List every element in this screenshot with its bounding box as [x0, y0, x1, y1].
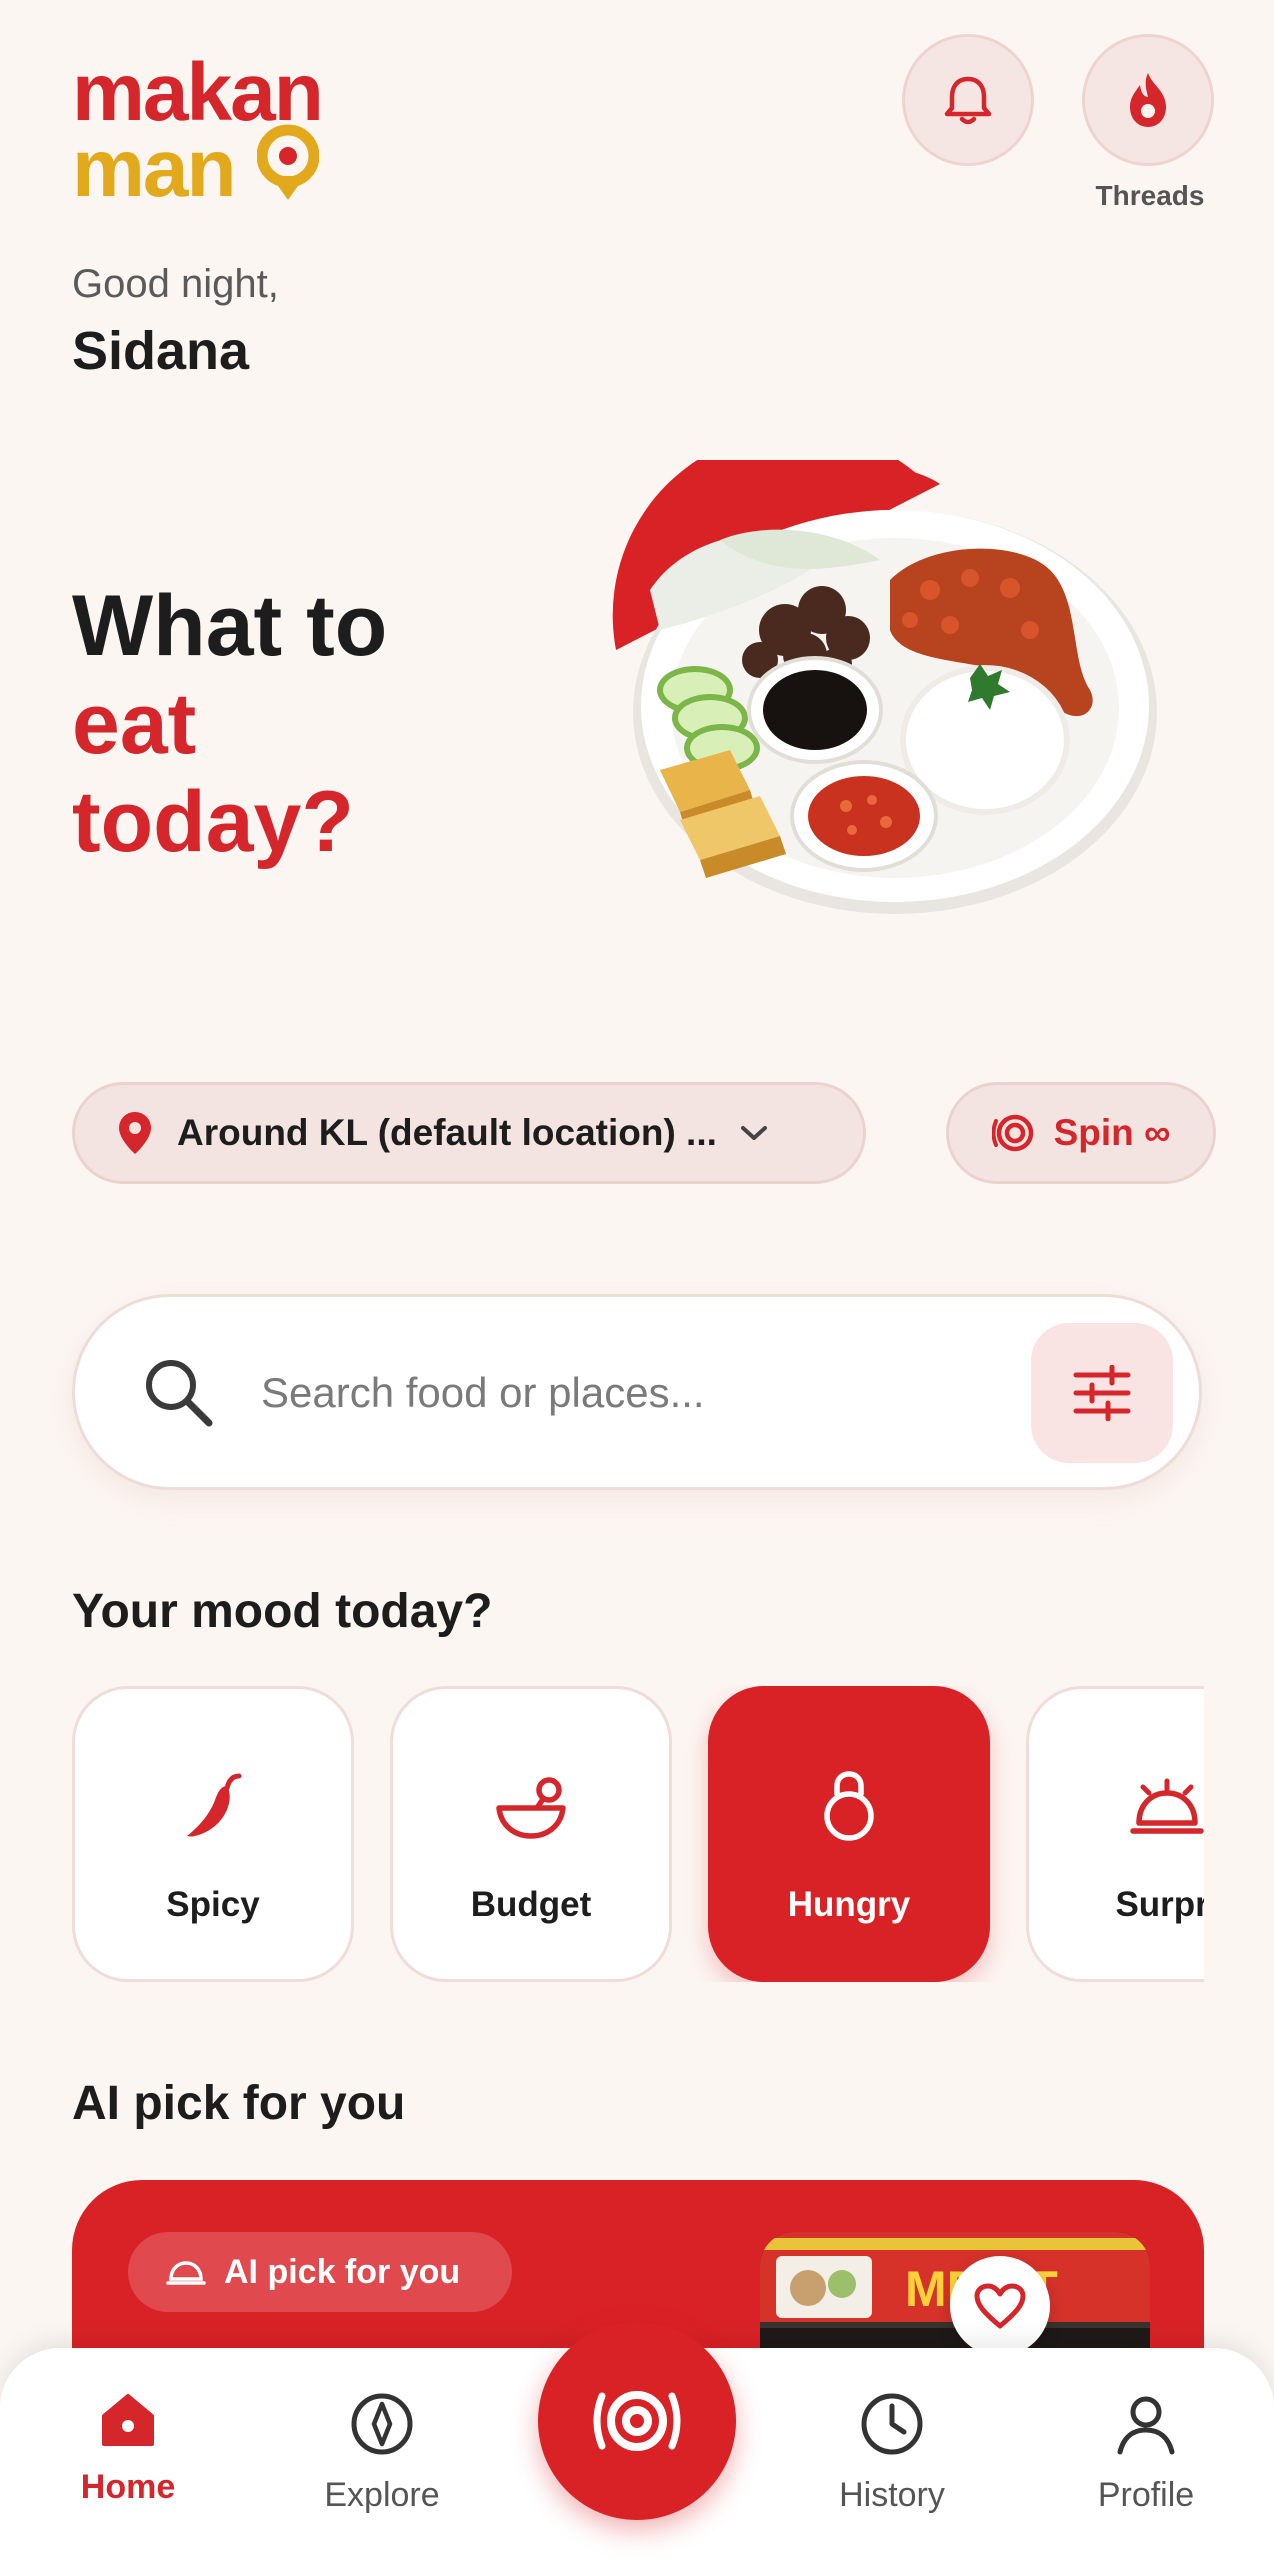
hero-food-plate-image	[612, 460, 1157, 914]
logo-text-makan: makan	[72, 47, 324, 138]
bowl-icon	[496, 1777, 566, 1839]
filter-button[interactable]	[1031, 1323, 1173, 1463]
nav-history[interactable]: History	[792, 2392, 992, 2515]
threads-button[interactable]	[1082, 34, 1214, 166]
mood-label-surprise: Surpri	[1115, 1885, 1204, 1924]
spin-label: Spin ∞	[1053, 1112, 1171, 1153]
app-logo: makan man	[72, 47, 392, 210]
nav-explore[interactable]: Explore	[282, 2392, 482, 2515]
mood-card-spicy[interactable]: Spicy	[72, 1686, 354, 1982]
ai-pick-chip-label: AI pick for you	[224, 2252, 461, 2291]
cloche-icon	[166, 2261, 206, 2285]
mood-label-hungry: Hungry	[787, 1885, 911, 1924]
sliders-icon	[1073, 1365, 1131, 1421]
mood-card-budget[interactable]: Budget	[390, 1686, 672, 1982]
search-icon	[146, 1360, 213, 1427]
nav-profile-label: Profile	[1097, 2476, 1195, 2514]
mood-section-title: Your mood today?	[72, 1585, 493, 1638]
search-input[interactable]	[261, 1351, 861, 1435]
chili-icon	[187, 1773, 242, 1837]
location-pin-logo-icon	[256, 124, 320, 200]
logo-text-mano: man	[72, 124, 320, 210]
nav-profile[interactable]: Profile	[1046, 2392, 1246, 2515]
mood-label-budget: Budget	[470, 1885, 592, 1924]
heart-icon	[974, 2283, 1026, 2329]
nav-home[interactable]: Home	[28, 2392, 228, 2507]
fire-icon	[1130, 73, 1166, 127]
mood-list: Spicy Budget Hungry Surpr	[72, 1686, 1204, 1982]
chevron-down-icon	[740, 1126, 767, 1140]
user-name: Sidana	[72, 321, 250, 381]
hero-title-line1: What to	[72, 578, 388, 674]
cloche-icon	[1130, 1778, 1204, 1834]
location-pin-icon	[119, 1112, 151, 1154]
nav-home-label: Home	[80, 2468, 176, 2506]
mood-card-surprise[interactable]: Surpri	[1026, 1686, 1204, 1982]
compass-icon	[351, 2393, 413, 2455]
clock-icon	[861, 2393, 923, 2455]
favorite-button[interactable]	[950, 2256, 1050, 2356]
home-icon	[102, 2394, 154, 2446]
location-selector[interactable]: Around KL (default location) ...	[72, 1082, 866, 1184]
notifications-button[interactable]	[902, 34, 1034, 166]
bell-icon	[944, 76, 992, 125]
profile-icon	[1117, 2396, 1175, 2455]
ai-pick-chip: AI pick for you	[128, 2232, 512, 2312]
logo-text-man: man	[72, 123, 237, 214]
threads-label: Threads	[1095, 180, 1205, 211]
spin-button[interactable]: Spin ∞	[946, 1082, 1216, 1184]
ai-pick-section-title: AI pick for you	[72, 2077, 406, 2130]
spin-wheel-icon	[991, 1114, 1033, 1152]
mood-card-hungry[interactable]: Hungry	[708, 1686, 990, 1982]
nav-explore-label: Explore	[324, 2476, 440, 2514]
nav-history-label: History	[839, 2476, 945, 2514]
search-bar	[72, 1294, 1202, 1490]
greeting-salutation: Good night,	[72, 262, 279, 306]
mood-label-spicy: Spicy	[166, 1885, 260, 1924]
nav-spin-button[interactable]	[538, 2322, 736, 2520]
spin-wheel-icon	[593, 2391, 681, 2451]
hero-title-line2: eat	[72, 676, 197, 772]
hero-title-line3: today?	[72, 774, 354, 870]
location-label: Around KL (default location) ...	[177, 1112, 717, 1153]
hungry-icon	[824, 1771, 874, 1841]
